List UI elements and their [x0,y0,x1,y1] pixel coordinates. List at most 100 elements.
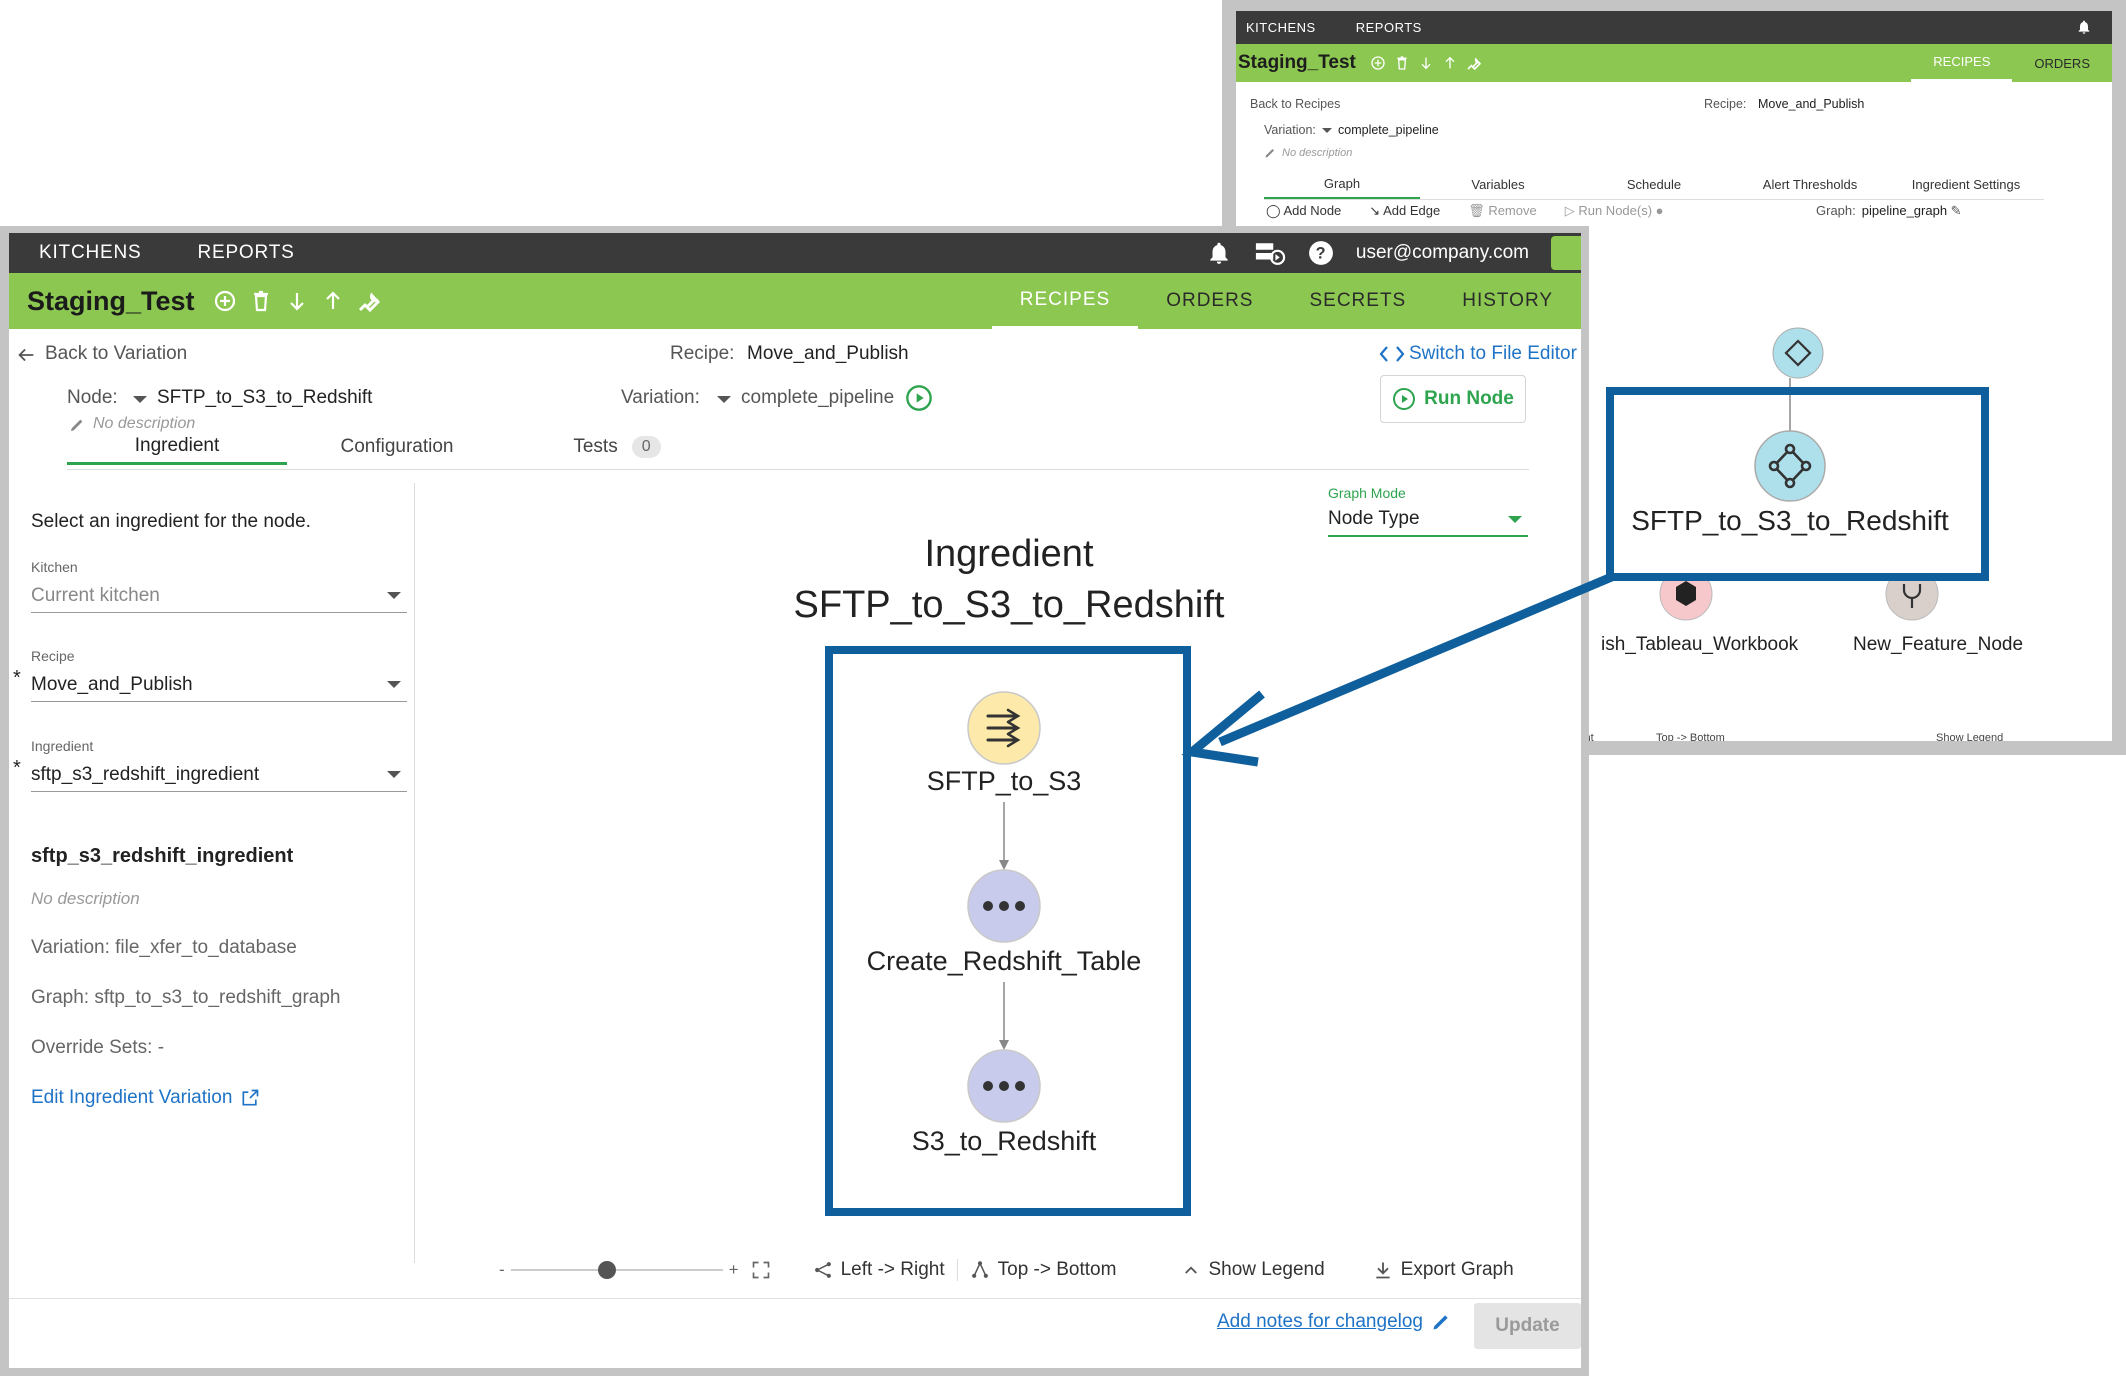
graph-mode-select[interactable]: Node Type [1328,503,1528,537]
fullscreen-icon[interactable] [751,1260,771,1280]
ingredient-graph: Graph: sftp_to_s3_to_redshift_graph [31,987,341,1008]
chevron-down-icon[interactable] [133,396,147,403]
tab-orders[interactable]: ORDERS [1138,273,1281,329]
play-circle-icon[interactable] [905,384,933,412]
ingredient-select[interactable]: sftp_s3_redshift_ingredient [31,758,407,792]
tab-ingredient[interactable]: Ingredient [67,429,287,465]
bw-node-label-left: ish_Tableau_Workbook [1601,634,1799,655]
kitchen-bar: Staging_Test RECIPES ORDERS SECRETS HIST… [9,273,1581,329]
show-legend-button[interactable]: Show Legend [1182,1259,1325,1281]
nav-reports[interactable]: REPORTS [197,242,294,264]
ingredient-prompt: Select an ingredient for the node. [31,511,311,532]
run-node-button[interactable]: Run Node [1380,375,1526,423]
tab-recipes[interactable]: RECIPES [991,273,1139,329]
kitchen-select-value: Current kitchen [31,584,160,606]
user-email[interactable]: user@company.com [1356,242,1529,264]
footer-divider [9,1298,1581,1299]
export-graph-button[interactable]: Export Graph [1373,1259,1514,1281]
recipe-label: Recipe: [670,343,735,364]
foreground-window-content: KITCHENS REPORTS ? user@company.com Stag… [9,233,1581,1368]
bw-node-label-right: New_Feature_Node [1853,634,2023,655]
recipe-select-value: Move_and_Publish [31,673,193,695]
tree-icon [971,1261,988,1278]
arrow-left-icon[interactable] [15,344,37,366]
tab-tests[interactable]: Tests 0 [507,429,727,465]
chevron-up-icon [1185,1266,1198,1274]
code-icon[interactable] [1379,343,1405,365]
svg-text:?: ? [1315,244,1326,262]
arrow-down-icon[interactable] [285,289,309,313]
graph-title-line2: SFTP_to_S3_to_Redshift [793,584,1225,626]
panel-divider [414,483,415,1263]
ingredient-select-value: sftp_s3_redshift_ingredient [31,763,260,785]
node-subtabs: Ingredient Configuration Tests 0 [67,429,727,465]
node-selector[interactable]: SFTP_to_S3_to_Redshift [157,387,372,409]
tab-secrets[interactable]: SECRETS [1281,273,1434,329]
chevron-down-icon [1508,516,1522,523]
recipe-select[interactable]: Move_and_Publish [31,668,407,702]
tab-tests-label: Tests [573,436,618,457]
bw-footer-topbottom: Top -> Bottom [1656,732,1725,741]
kitchen-field-label: Kitchen [31,559,78,575]
required-marker: * [13,757,21,779]
layout-top-bottom-label: Top -> Bottom [997,1259,1117,1280]
tests-count-badge: 0 [631,436,661,458]
wrench-icon[interactable] [357,289,381,313]
tab-configuration[interactable]: Configuration [287,429,507,465]
layout-left-right-button[interactable]: Left -> Right [813,1259,958,1281]
zoom-in-button[interactable]: + [729,1260,739,1280]
add-changelog-notes-link[interactable]: Add notes for changelog [1217,1311,1451,1333]
download-icon [1376,1262,1390,1279]
subtab-divider [67,469,1529,470]
bw-node-label-top: Order_Run_Logger [1716,389,1880,410]
pencil-icon [1433,1315,1448,1330]
arrow-up-icon[interactable] [321,289,345,313]
bw-edge [1723,540,1757,568]
recipe-field-label: Recipe [31,648,75,664]
bw-footer-legend: Show Legend [1936,732,2003,741]
play-circle-icon [1393,388,1416,410]
recipe-value: Move_and_Publish [747,343,909,364]
graph-title-line1: Ingredient [924,533,1094,575]
ingredient-override-sets: Override Sets: - [31,1037,165,1058]
zoom-track [510,1269,723,1271]
switch-to-file-editor-link[interactable]: Switch to File Editor [1409,343,1577,365]
kitchen-select[interactable]: Current kitchen [31,579,407,613]
kitchen-title: Staging_Test [27,285,195,316]
nav-kitchens[interactable]: KITCHENS [39,242,141,264]
zoom-thumb[interactable] [597,1261,616,1279]
layout-top-bottom-button[interactable]: Top -> Bottom [970,1259,1117,1281]
graph-mode-value: Node Type [1328,508,1420,529]
edit-ingredient-variation-link[interactable]: Edit Ingredient Variation [31,1087,260,1109]
chevron-down-icon [387,681,401,688]
bw-node-order-run-logger[interactable] [1772,327,1824,379]
graph-mode-label: Graph Mode [1328,485,1406,501]
add-circle-icon[interactable] [213,289,237,313]
update-button[interactable]: Update [1474,1303,1581,1349]
tab-history[interactable]: HISTORY [1434,273,1581,329]
bell-icon[interactable] [1206,240,1232,266]
variation-selector[interactable]: complete_pipeline [741,387,894,409]
brand-logo [1551,236,1581,270]
ingredient-name: sftp_s3_redshift_ingredient [31,845,294,867]
back-to-variation-link[interactable]: Back to Variation [45,343,187,365]
node-label: Node: [67,387,118,408]
zoom-slider[interactable] [510,1260,723,1280]
ingredient-field-label: Ingredient [31,738,94,754]
run-node-label: Run Node [1424,388,1514,409]
variation-label: Variation: [621,387,700,408]
bw-node-new-feature[interactable] [1885,567,1939,621]
top-nav: KITCHENS REPORTS ? user@company.com [9,233,1581,273]
ingredient-description: No description [31,889,140,908]
edit-ingredient-variation-label: Edit Ingredient Variation [31,1087,233,1108]
zoom-out-button[interactable]: - [499,1260,505,1280]
foreground-window: KITCHENS REPORTS ? user@company.com Stag… [0,226,1589,1376]
changelog-label: Add notes for changelog [1217,1311,1423,1332]
help-icon[interactable]: ? [1308,240,1334,266]
trash-icon[interactable] [249,289,273,313]
chevron-down-icon[interactable] [717,396,731,403]
share-icon [814,1262,831,1278]
server-status-icon[interactable] [1254,240,1286,266]
show-legend-label: Show Legend [1208,1259,1325,1280]
chevron-down-icon [387,592,401,599]
